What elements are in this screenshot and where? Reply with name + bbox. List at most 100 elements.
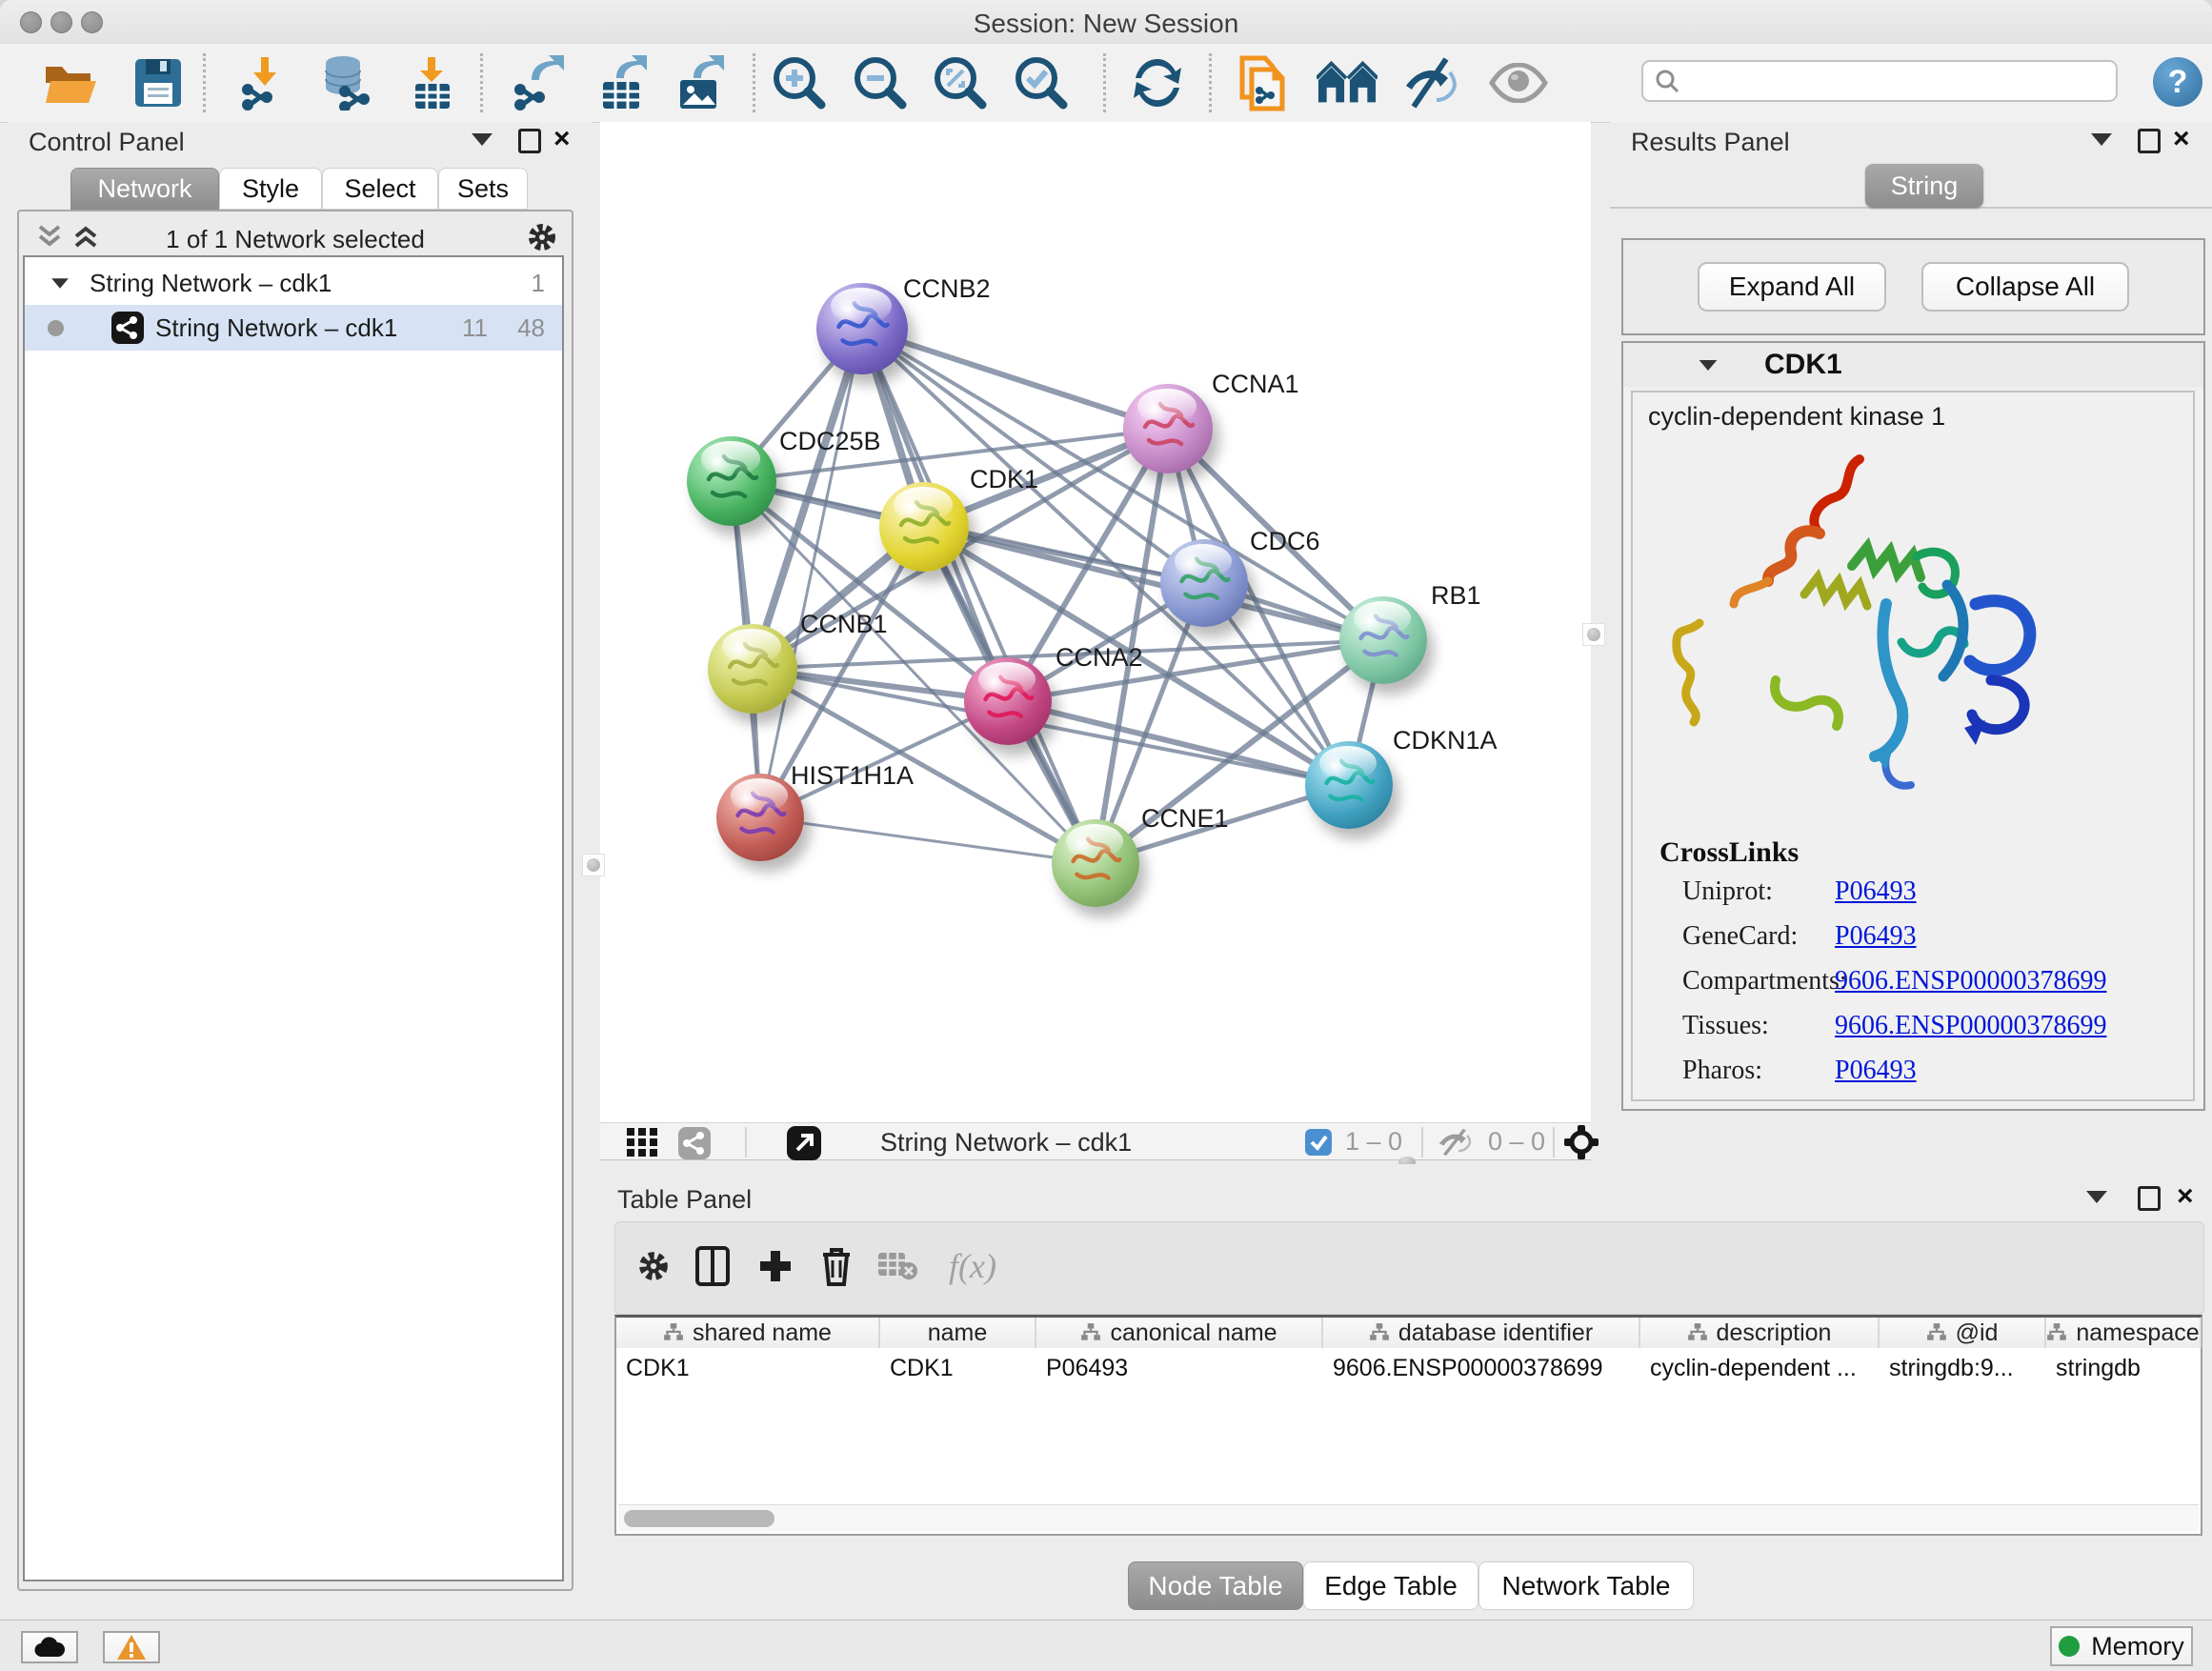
first-neighbors-button[interactable] <box>1317 52 1377 113</box>
import-network-database-button[interactable] <box>316 52 377 113</box>
search-input[interactable] <box>1679 67 2093 95</box>
tab-select[interactable]: Select <box>322 168 438 210</box>
tab-network-table[interactable]: Network Table <box>1478 1561 1694 1610</box>
network-node-ccnb1[interactable] <box>708 624 797 714</box>
open-session-button[interactable] <box>40 52 101 113</box>
network-edge[interactable] <box>862 329 1168 429</box>
left-splitter-handle[interactable] <box>582 854 605 876</box>
view-share-icon[interactable] <box>678 1127 711 1159</box>
network-node-cdc25b[interactable] <box>687 436 776 526</box>
memory-button[interactable]: Memory <box>2050 1626 2193 1666</box>
network-collection-row[interactable]: String Network – cdk1 1 <box>25 261 562 305</box>
network-edge[interactable] <box>760 817 1096 863</box>
close-panel-icon[interactable]: × <box>553 130 571 149</box>
selected-checkbox-icon[interactable] <box>1305 1129 1332 1156</box>
panel-menu-icon[interactable] <box>472 133 493 146</box>
column-header--id[interactable]: @id <box>1880 1318 2046 1348</box>
network-node-ccne1[interactable] <box>1052 819 1139 907</box>
column-header-namespace[interactable]: namespace <box>2046 1318 2202 1348</box>
network-node-cdc6[interactable] <box>1160 539 1248 627</box>
panel-menu-icon[interactable] <box>2091 133 2112 146</box>
create-column-button[interactable] <box>749 1238 802 1295</box>
network-canvas[interactable]: CCNB2 CCNA1 CDC25B CDK1 CDC6 RB1 CCNB1 C… <box>600 122 1591 1122</box>
horizontal-scrollbar[interactable] <box>618 1504 2199 1532</box>
tab-node-table[interactable]: Node Table <box>1128 1561 1303 1610</box>
table-settings-button[interactable] <box>627 1238 680 1295</box>
node-label-ccne1: CCNE1 <box>1141 804 1229 834</box>
hidden-eye-icon[interactable] <box>1437 1129 1477 1156</box>
network-node-cdk1[interactable] <box>879 482 969 572</box>
column-header-canonical-name[interactable]: canonical name <box>1036 1318 1323 1348</box>
birds-eye-icon[interactable] <box>1564 1125 1599 1159</box>
import-table-button[interactable] <box>401 52 462 113</box>
export-table-button[interactable] <box>593 52 654 113</box>
zoom-in-button[interactable] <box>769 52 830 113</box>
table-cell[interactable]: P06493 <box>1036 1350 1323 1386</box>
network-row-selected[interactable]: String Network – cdk1 11 48 <box>25 305 562 351</box>
delete-table-button[interactable] <box>871 1238 924 1295</box>
crosslink-link[interactable]: 9606.ENSP00000378699 <box>1835 1011 2106 1041</box>
table-cell[interactable]: stringdb:9... <box>1880 1350 2046 1386</box>
gear-icon[interactable] <box>526 221 558 253</box>
function-builder-button[interactable]: f(x) <box>930 1238 1016 1295</box>
tab-style[interactable]: Style <box>219 168 322 210</box>
table-cell[interactable]: cyclin-dependent ... <box>1640 1350 1880 1386</box>
crosslink-link[interactable]: P06493 <box>1835 1056 1917 1086</box>
column-header-shared-name[interactable]: shared name <box>616 1318 880 1348</box>
float-panel-icon[interactable] <box>2138 1186 2161 1211</box>
float-panel-icon[interactable] <box>2138 129 2161 153</box>
float-panel-icon[interactable] <box>518 129 541 153</box>
zoom-selected-button[interactable] <box>1011 52 1072 113</box>
expand-all-button[interactable]: Expand All <box>1698 262 1886 312</box>
table-cell[interactable]: CDK1 <box>880 1350 1036 1386</box>
table-cell[interactable]: 9606.ENSP00000378699 <box>1323 1350 1640 1386</box>
network-node-rb1[interactable] <box>1339 596 1427 684</box>
show-all-button[interactable] <box>1488 52 1549 113</box>
clone-network-button[interactable] <box>1234 52 1295 113</box>
tab-sets[interactable]: Sets <box>438 168 528 210</box>
network-node-ccna1[interactable] <box>1123 384 1213 473</box>
column-header-description[interactable]: description <box>1640 1318 1880 1348</box>
cloud-status-button[interactable] <box>21 1631 78 1663</box>
network-node-cdkn1a[interactable] <box>1305 741 1393 829</box>
warnings-button[interactable] <box>103 1631 160 1663</box>
import-network-file-button[interactable] <box>234 52 295 113</box>
network-node-ccnb2[interactable] <box>816 283 908 374</box>
crosslink-link[interactable]: P06493 <box>1835 921 1917 952</box>
grid-view-icon[interactable] <box>627 1128 657 1157</box>
export-network-button[interactable] <box>509 52 570 113</box>
node-label-ccnb1: CCNB1 <box>800 610 888 639</box>
column-header-name[interactable]: name <box>880 1318 1036 1348</box>
collapse-card-icon[interactable] <box>1699 359 1718 370</box>
right-splitter-handle[interactable] <box>1582 623 1605 646</box>
window-title: Session: New Session <box>0 9 2212 39</box>
protein-card-header[interactable]: CDK1 <box>1623 343 2203 387</box>
save-session-button[interactable] <box>128 52 189 113</box>
zoom-out-button[interactable] <box>850 52 911 113</box>
crosslink-link[interactable]: P06493 <box>1835 876 1917 907</box>
apply-layout-button[interactable] <box>1127 52 1188 113</box>
table-cell[interactable]: CDK1 <box>616 1350 880 1386</box>
column-header-database-identifier[interactable]: database identifier <box>1323 1318 1640 1348</box>
zoom-fit-button[interactable] <box>930 52 991 113</box>
hide-selected-button[interactable] <box>1400 52 1461 113</box>
search-box[interactable] <box>1641 60 2118 102</box>
help-button[interactable]: ? <box>2153 57 2202 107</box>
delete-column-button[interactable] <box>810 1238 863 1295</box>
columns-icon <box>695 1246 730 1286</box>
tab-string[interactable]: String <box>1865 164 1983 208</box>
tab-edge-table[interactable]: Edge Table <box>1303 1561 1478 1610</box>
network-node-ccna2[interactable] <box>964 657 1052 745</box>
panel-menu-icon[interactable] <box>2086 1191 2107 1203</box>
close-panel-icon[interactable]: × <box>2177 1187 2194 1206</box>
collapse-all-button[interactable]: Collapse All <box>1921 262 2129 312</box>
tab-network[interactable]: Network <box>70 168 219 210</box>
crosslink-link[interactable]: 9606.ENSP00000378699 <box>1835 966 2106 997</box>
tree-expand-icon[interactable] <box>51 278 69 288</box>
scrollbar-thumb[interactable] <box>624 1510 774 1527</box>
export-image-button[interactable] <box>671 52 732 113</box>
table-cell[interactable]: stringdb <box>2046 1350 2202 1386</box>
detach-view-icon[interactable] <box>787 1126 821 1160</box>
show-columns-button[interactable] <box>686 1238 739 1295</box>
close-panel-icon[interactable]: × <box>2173 130 2190 149</box>
